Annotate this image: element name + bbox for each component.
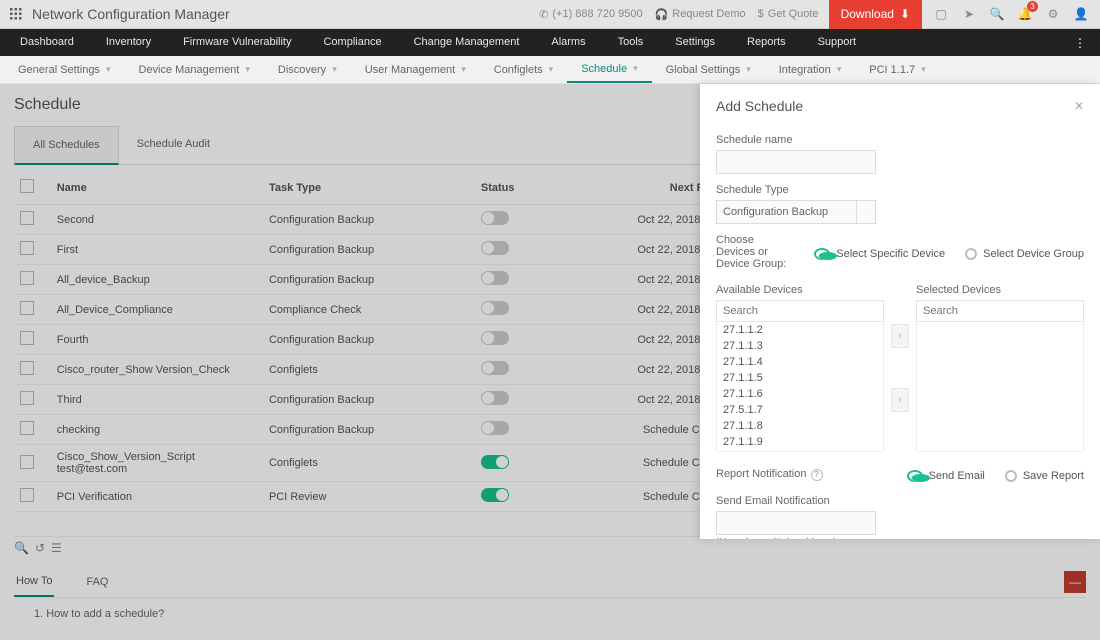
radio-select-group[interactable]: Select Device Group: [965, 248, 1084, 260]
nav-firmware-vulnerability[interactable]: Firmware Vulnerability: [167, 29, 307, 56]
monitor-icon[interactable]: ▢: [932, 5, 950, 23]
nav-tools[interactable]: Tools: [602, 29, 660, 56]
apps-icon[interactable]: [10, 8, 22, 20]
subnav-discovery[interactable]: Discovery▾: [264, 56, 351, 83]
subnav-device-management[interactable]: Device Management▾: [124, 56, 263, 83]
chevron-down-icon: ▾: [461, 64, 466, 75]
radio-dot-icon: [1005, 470, 1017, 482]
radio-save-report[interactable]: Save Report: [1005, 470, 1084, 482]
report-notification-label: Report Notification?: [716, 468, 887, 481]
move-left-button[interactable]: ‹: [891, 388, 909, 412]
notification-badge: 3: [1027, 1, 1038, 12]
download-button[interactable]: Download ⬇: [829, 0, 922, 29]
device-item[interactable]: 27.1.1.6: [717, 386, 883, 402]
schedule-type-select[interactable]: Configuration Backup: [716, 200, 876, 224]
email-to-label: Send Email Notification: [716, 495, 1084, 507]
device-item[interactable]: 27.1.1.5: [717, 370, 883, 386]
drawer-title: Add Schedule: [716, 98, 803, 114]
headset-icon: 🎧: [655, 8, 669, 21]
user-avatar[interactable]: 👤: [1072, 5, 1090, 23]
chevron-down-icon: ▾: [332, 64, 337, 75]
dollar-icon: $: [758, 8, 764, 20]
selected-search-input[interactable]: [916, 300, 1084, 322]
device-item[interactable]: 27.1.1.9: [717, 434, 883, 450]
phone[interactable]: ✆(+1) 888 720 9500: [539, 8, 642, 21]
bell-icon[interactable]: 🔔3: [1016, 5, 1034, 23]
available-search-input[interactable]: [716, 300, 884, 322]
nav-support[interactable]: Support: [802, 29, 873, 56]
gear-icon[interactable]: ⚙: [1044, 5, 1062, 23]
help-icon[interactable]: ?: [811, 469, 823, 481]
get-quote[interactable]: $Get Quote: [758, 8, 819, 20]
available-devices-list[interactable]: 27.1.1.227.1.1.327.1.1.427.1.1.527.1.1.6…: [716, 322, 884, 452]
subnav-integration[interactable]: Integration▾: [765, 56, 856, 83]
device-item[interactable]: 27.1.1.4: [717, 354, 883, 370]
chevron-down-icon: ▾: [245, 64, 250, 75]
subnav-schedule[interactable]: Schedule▾: [567, 56, 651, 83]
schedule-type-label: Schedule Type: [716, 184, 1084, 196]
phone-icon: ✆: [539, 8, 548, 21]
chevron-down-icon: ▾: [633, 63, 638, 74]
selected-devices-label: Selected Devices: [916, 284, 1084, 296]
nav-settings[interactable]: Settings: [659, 29, 731, 56]
nav-reports[interactable]: Reports: [731, 29, 802, 56]
device-item[interactable]: 27.1.1.3: [717, 338, 883, 354]
top-utility: ✆(+1) 888 720 9500 🎧Request Demo $Get Qu…: [539, 8, 818, 21]
device-scope-label: Choose Devices or Device Group:: [716, 234, 794, 270]
radio-dot-icon: [965, 248, 977, 260]
nav-alarms[interactable]: Alarms: [535, 29, 601, 56]
radio-send-email[interactable]: Send Email: [907, 470, 985, 482]
nav-inventory[interactable]: Inventory: [90, 29, 167, 56]
app-title: Network Configuration Manager: [32, 6, 230, 22]
chevron-down-icon: ▾: [837, 64, 842, 75]
radio-dot-icon: [814, 248, 830, 260]
add-schedule-drawer: Add Schedule ✕ Schedule name Schedule Ty…: [700, 84, 1100, 539]
subnav-global-settings[interactable]: Global Settings▾: [652, 56, 765, 83]
available-devices-label: Available Devices: [716, 284, 884, 296]
nav-dashboard[interactable]: Dashboard: [4, 29, 90, 56]
chevron-down-icon: ▾: [746, 64, 751, 75]
schedule-name-input[interactable]: [716, 150, 876, 174]
chevron-down-icon: ▾: [921, 64, 926, 75]
schedule-name-label: Schedule name: [716, 134, 1084, 146]
device-item[interactable]: 27.5.1.7: [717, 402, 883, 418]
device-item[interactable]: 27.1.1.8: [717, 418, 883, 434]
nav-change-management[interactable]: Change Management: [398, 29, 536, 56]
email-to-input[interactable]: [716, 511, 876, 535]
subnav-general-settings[interactable]: General Settings▾: [4, 56, 124, 83]
radio-select-specific[interactable]: Select Specific Device: [814, 248, 945, 260]
download-icon: ⬇: [900, 7, 910, 21]
chevron-down-icon: ▾: [549, 64, 554, 75]
rocket-icon[interactable]: ➤: [960, 5, 978, 23]
subnav-user-management[interactable]: User Management▾: [351, 56, 480, 83]
nav-compliance[interactable]: Compliance: [307, 29, 397, 56]
more-icon[interactable]: ⋮: [1064, 36, 1096, 50]
subnav-pci-1-1-7[interactable]: PCI 1.1.7▾: [855, 56, 939, 83]
chevron-down-icon: ▾: [106, 64, 111, 75]
main-nav: DashboardInventoryFirmware Vulnerability…: [0, 29, 1100, 56]
sub-nav: General Settings▾Device Management▾Disco…: [0, 56, 1100, 84]
move-right-button[interactable]: ›: [891, 324, 909, 348]
request-demo[interactable]: 🎧Request Demo: [655, 8, 746, 21]
device-item[interactable]: 27.1.1.2: [717, 322, 883, 338]
selected-devices-list[interactable]: [916, 322, 1084, 452]
search-icon[interactable]: 🔍: [988, 5, 1006, 23]
subnav-configlets[interactable]: Configlets▾: [480, 56, 567, 83]
close-icon[interactable]: ✕: [1074, 99, 1084, 113]
topbar: Network Configuration Manager ✆(+1) 888 …: [0, 0, 1100, 29]
radio-dot-icon: [907, 470, 923, 482]
